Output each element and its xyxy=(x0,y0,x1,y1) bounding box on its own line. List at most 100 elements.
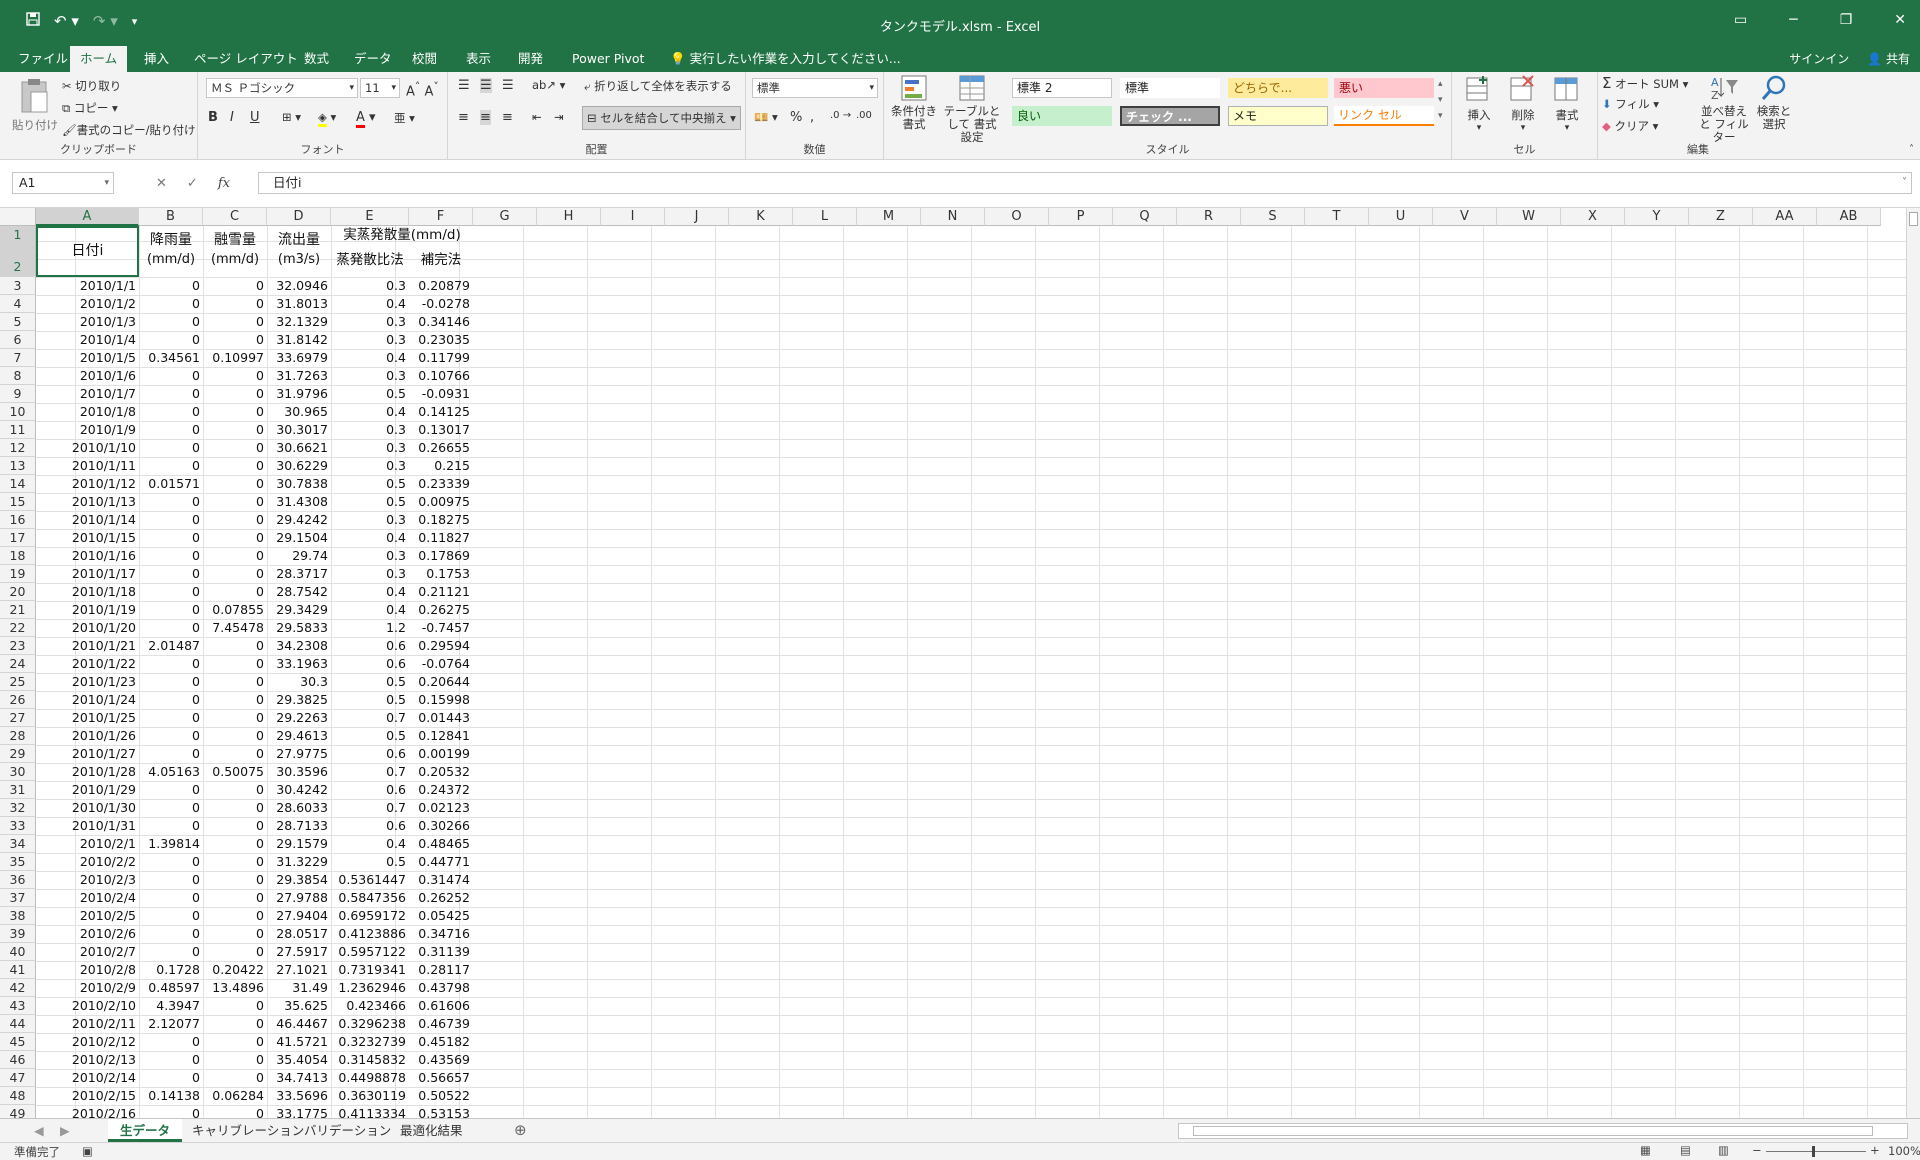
insert-cells-button[interactable]: 挿入 ▾ xyxy=(1460,74,1498,133)
column-header[interactable]: C xyxy=(203,208,267,226)
row-header[interactable]: 12 xyxy=(0,439,36,457)
table-cell[interactable]: 0 xyxy=(139,547,203,565)
table-cell[interactable]: 0.423466 xyxy=(331,997,409,1015)
table-cell[interactable]: 0.50075 xyxy=(203,763,267,781)
percent-button[interactable]: % xyxy=(790,110,802,125)
clear-button[interactable]: ◆ クリア ▾ xyxy=(1602,118,1658,134)
table-cell[interactable]: 0.3 xyxy=(331,277,409,295)
table-cell[interactable]: 33.5696 xyxy=(267,1087,331,1105)
horizontal-scroll-thumb[interactable] xyxy=(1193,1126,1873,1136)
row-header[interactable]: 11 xyxy=(0,421,36,439)
phonetic-button[interactable]: 亜 ▾ xyxy=(394,110,415,126)
table-cell[interactable]: 0 xyxy=(139,331,203,349)
table-cell[interactable]: 2010/1/8 xyxy=(36,403,139,421)
cut-button[interactable]: ✂ 切り取り xyxy=(62,78,121,94)
page-layout-view-icon[interactable]: ▤ xyxy=(1680,1143,1691,1157)
table-cell[interactable]: 27.9775 xyxy=(267,745,331,763)
row-header[interactable]: 14 xyxy=(0,475,36,493)
table-cell[interactable]: 2010/1/11 xyxy=(36,457,139,475)
table-cell[interactable]: 0.5361447 xyxy=(331,871,409,889)
table-cell[interactable]: 0 xyxy=(203,1033,267,1051)
table-cell[interactable]: 0.48465 xyxy=(409,835,473,853)
table-cell[interactable]: 0.1753 xyxy=(409,565,473,583)
table-cell[interactable]: 2010/2/6 xyxy=(36,925,139,943)
row-header[interactable]: 19 xyxy=(0,565,36,583)
row-header[interactable]: 34 xyxy=(0,835,36,853)
row-header[interactable]: 20 xyxy=(0,583,36,601)
table-cell[interactable]: 0.4 xyxy=(331,349,409,367)
table-cell[interactable]: 2010/1/14 xyxy=(36,511,139,529)
row-header[interactable]: 8 xyxy=(0,367,36,385)
header-runoff[interactable]: 流出量 xyxy=(267,231,331,249)
table-cell[interactable]: 0 xyxy=(203,439,267,457)
tab-file[interactable]: ファイル xyxy=(8,46,78,72)
table-cell[interactable]: 2010/1/7 xyxy=(36,385,139,403)
table-cell[interactable]: 0.3 xyxy=(331,565,409,583)
table-cell[interactable]: 0.3 xyxy=(331,331,409,349)
signin-link[interactable]: サインイン xyxy=(1789,46,1849,72)
tab-developer[interactable]: 開発 xyxy=(508,46,553,72)
table-cell[interactable]: 0 xyxy=(139,565,203,583)
add-sheet-icon[interactable]: ⊕ xyxy=(502,1119,539,1142)
row-header[interactable]: 24 xyxy=(0,655,36,673)
table-cell[interactable]: 27.5917 xyxy=(267,943,331,961)
table-cell[interactable]: 28.7133 xyxy=(267,817,331,835)
table-cell[interactable]: 0.3 xyxy=(331,313,409,331)
sheet-tab-raw-data[interactable]: 生データ xyxy=(108,1119,183,1142)
header-snowmelt[interactable]: 融雪量 xyxy=(203,231,267,249)
table-cell[interactable]: 31.8142 xyxy=(267,331,331,349)
table-cell[interactable]: 0.1728 xyxy=(139,961,203,979)
table-cell[interactable]: 0.00199 xyxy=(409,745,473,763)
table-cell[interactable]: 2010/2/5 xyxy=(36,907,139,925)
table-cell[interactable]: 0.31139 xyxy=(409,943,473,961)
normal-view-icon[interactable]: ▦ xyxy=(1640,1143,1651,1157)
table-cell[interactable]: 30.6621 xyxy=(267,439,331,457)
table-cell[interactable]: 0 xyxy=(139,1069,203,1087)
table-cell[interactable]: 0.6959172 xyxy=(331,907,409,925)
table-cell[interactable]: 0 xyxy=(203,421,267,439)
column-header[interactable]: N xyxy=(921,208,985,226)
table-cell[interactable]: 0.23035 xyxy=(409,331,473,349)
table-cell[interactable]: 0 xyxy=(139,601,203,619)
row-header[interactable]: 45 xyxy=(0,1033,36,1051)
worksheet-grid[interactable]: A B C D E F G H I J K L M N O P Q R S T U V W X Y Z AA AB 123456789… xyxy=(0,208,1920,1123)
table-cell[interactable]: 0 xyxy=(203,907,267,925)
table-cell[interactable]: 0.15998 xyxy=(409,691,473,709)
table-cell[interactable]: 0.6 xyxy=(331,817,409,835)
bold-button[interactable]: B xyxy=(208,110,218,125)
table-cell[interactable]: 0.3145832 xyxy=(331,1051,409,1069)
table-cell[interactable]: 0 xyxy=(203,1015,267,1033)
table-cell[interactable]: 0.11827 xyxy=(409,529,473,547)
table-cell[interactable]: 0 xyxy=(203,295,267,313)
column-header[interactable]: G xyxy=(473,208,537,226)
find-select-button[interactable]: 検索と 選択 xyxy=(1754,74,1794,131)
table-cell[interactable]: 0 xyxy=(203,835,267,853)
row-header[interactable]: 27 xyxy=(0,709,36,727)
column-header[interactable]: K xyxy=(729,208,793,226)
table-cell[interactable]: 2.01487 xyxy=(139,637,203,655)
maximize-button[interactable]: ❐ xyxy=(1840,12,1853,28)
align-right-icon[interactable]: ≡ xyxy=(502,110,513,125)
table-cell[interactable]: 0.01571 xyxy=(139,475,203,493)
table-cell[interactable]: 0.45182 xyxy=(409,1033,473,1051)
table-cell[interactable]: 29.4242 xyxy=(267,511,331,529)
table-cell[interactable]: 0.20644 xyxy=(409,673,473,691)
macro-record-icon[interactable]: ▣ xyxy=(82,1144,93,1158)
table-cell[interactable]: 0.7 xyxy=(331,763,409,781)
tab-data[interactable]: データ xyxy=(344,46,402,72)
table-cell[interactable]: 0.18275 xyxy=(409,511,473,529)
table-cell[interactable]: 0 xyxy=(203,655,267,673)
table-cell[interactable]: 0.4123886 xyxy=(331,925,409,943)
table-cell[interactable]: 0.17869 xyxy=(409,547,473,565)
table-cell[interactable]: -0.0278 xyxy=(409,295,473,313)
table-cell[interactable]: 0 xyxy=(203,691,267,709)
align-bottom-icon[interactable]: ☰ xyxy=(502,78,514,93)
table-cell[interactable]: -0.0931 xyxy=(409,385,473,403)
collapse-ribbon-icon[interactable]: ˄ xyxy=(1909,144,1914,155)
table-cell[interactable]: 0.44771 xyxy=(409,853,473,871)
table-cell[interactable]: 0 xyxy=(203,511,267,529)
table-cell[interactable]: 31.9796 xyxy=(267,385,331,403)
table-cell[interactable]: 0 xyxy=(203,637,267,655)
grow-font-button[interactable]: A˄ A˅ xyxy=(406,80,439,99)
tell-me-box[interactable]: 💡 実行したい作業を入力してください... xyxy=(660,46,911,72)
